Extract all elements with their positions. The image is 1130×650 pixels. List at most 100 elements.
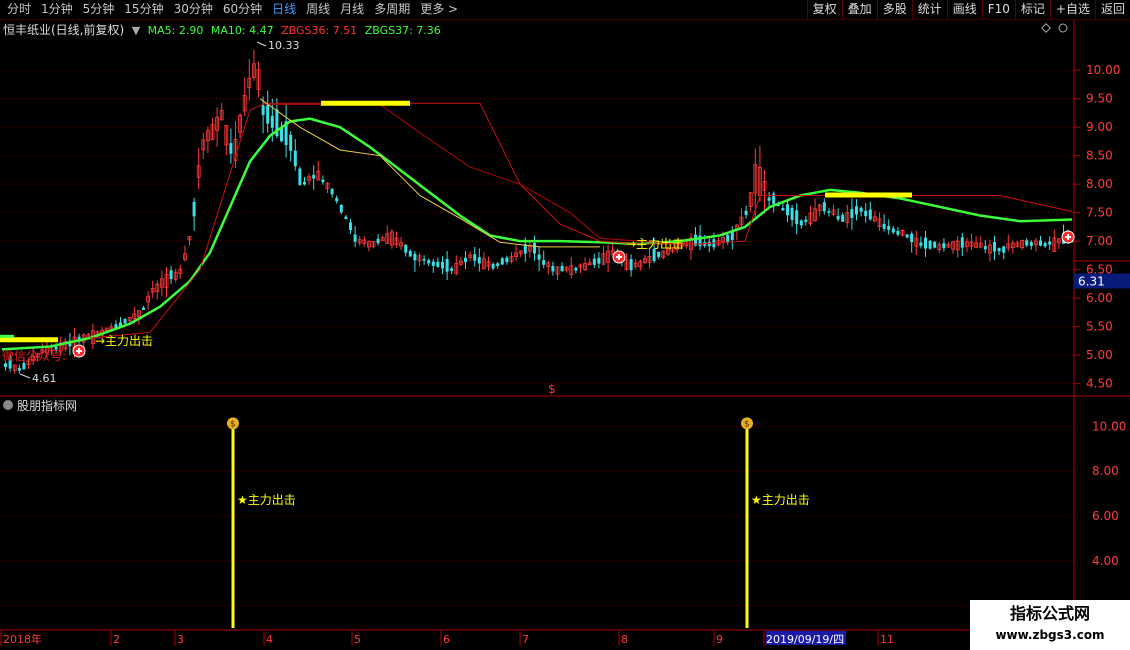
candle-body	[855, 206, 858, 215]
candle-body	[312, 174, 316, 179]
candle-body	[744, 210, 748, 215]
candle-body	[335, 197, 339, 202]
candle-body	[841, 214, 845, 222]
candle-body	[229, 143, 233, 154]
y-tick-label: 4.50	[1086, 377, 1113, 391]
candle-body	[261, 105, 265, 115]
candle-body	[303, 181, 306, 185]
candle-body	[726, 234, 730, 243]
candle-body	[1029, 241, 1033, 246]
low-label: 4.61	[32, 372, 57, 385]
y-tick-label: 5.50	[1086, 320, 1113, 334]
candle-body	[891, 228, 895, 233]
kline-chart[interactable]: 10.33 4.61 →主力出击 →主力出击微信公众号: $ 股朋指标网 ★主力出击 ★主力出…	[0, 0, 1130, 650]
candle-body	[123, 318, 127, 324]
candle-body	[431, 261, 435, 266]
candle-body	[349, 222, 352, 230]
signal-label-1: →主力出击	[95, 334, 153, 348]
signal-label-2: →主力出击	[626, 237, 684, 251]
dollar-marker: $	[548, 382, 556, 396]
candle-body	[473, 254, 477, 261]
candle-body	[4, 363, 7, 368]
current-price-label: 6.31	[1078, 274, 1105, 288]
candle-body	[344, 216, 348, 219]
x-tick-label: 2018年	[3, 632, 42, 646]
candle-body	[441, 261, 444, 269]
collapse-icon	[3, 400, 13, 410]
candle-body	[910, 233, 914, 243]
candle-body	[192, 201, 196, 217]
sub-panel-title: 股朋指标网	[17, 398, 77, 413]
candle-body	[551, 265, 555, 272]
candle-body	[850, 209, 854, 218]
candle-body	[496, 263, 500, 266]
x-tick-label: 4	[266, 633, 273, 646]
candle-body	[822, 202, 826, 212]
candle-body	[795, 210, 799, 225]
candle-body	[924, 237, 927, 249]
diamond-icon	[1041, 23, 1051, 33]
candle-body	[827, 211, 831, 213]
candle-body	[266, 105, 270, 124]
candle-body	[22, 362, 26, 370]
candle-body	[376, 238, 380, 244]
watermark-title: 指标公式网	[1009, 604, 1090, 623]
x-tick-label: 2019/09/19/四	[766, 633, 844, 646]
candle-body	[1002, 246, 1006, 253]
x-tick-label: 5	[354, 633, 361, 646]
candle-body	[330, 188, 334, 195]
high-label: 10.33	[268, 39, 300, 52]
y-tick-label: 9.00	[1086, 120, 1113, 134]
y-tick-label: 7.50	[1086, 206, 1113, 220]
candle-body	[1043, 243, 1047, 247]
candle-body	[868, 209, 872, 220]
candle-body	[293, 150, 297, 167]
candle-body	[592, 258, 596, 265]
candle-body	[533, 242, 536, 254]
y-tick-label: 8.00	[1086, 177, 1113, 191]
candle-body	[786, 204, 789, 216]
ma10-line	[259, 98, 600, 248]
candle-body	[790, 207, 794, 220]
candle-body	[505, 257, 509, 263]
candle-body	[408, 251, 412, 257]
candle-body	[353, 234, 357, 242]
candle-body	[142, 307, 145, 310]
sub-y-tick-label: 6.00	[1092, 509, 1119, 523]
y-tick-label: 8.50	[1086, 149, 1113, 163]
candle-body	[298, 168, 302, 186]
candle-body	[560, 265, 564, 272]
candle-body	[597, 257, 601, 264]
weixin-label: 微信公众号:	[2, 349, 66, 363]
sub-signal-label: ★主力出击	[237, 493, 296, 507]
candle-body	[993, 242, 996, 252]
candle-body	[942, 243, 946, 249]
candle-body	[859, 207, 863, 212]
low-pointer	[19, 373, 31, 379]
x-tick-label: 3	[177, 633, 184, 646]
candle-body	[404, 244, 408, 253]
candle-body	[464, 257, 467, 263]
sub-y-tick-label: 10.00	[1092, 419, 1126, 433]
candle-body	[1025, 240, 1029, 246]
candle-body	[882, 223, 886, 229]
x-tick-label: 9	[716, 633, 723, 646]
high-pointer	[256, 41, 267, 47]
candle-body	[477, 257, 481, 264]
candle-body	[836, 215, 840, 220]
candle-body	[905, 234, 909, 238]
candle-body	[436, 261, 440, 267]
candle-body	[491, 263, 495, 269]
candle-body	[887, 225, 891, 230]
candle-body	[542, 260, 546, 265]
candle-body	[804, 219, 808, 222]
candle-body	[339, 204, 343, 213]
candle-body	[1039, 240, 1042, 246]
candle-body	[781, 208, 785, 211]
watermark: 指标公式网 www.zbgs3.com	[970, 600, 1130, 650]
y-tick-label: 5.00	[1086, 348, 1113, 362]
candle-body	[445, 259, 449, 272]
candle-body	[321, 179, 325, 183]
candle-body	[983, 246, 987, 250]
candle-body	[997, 248, 1001, 252]
